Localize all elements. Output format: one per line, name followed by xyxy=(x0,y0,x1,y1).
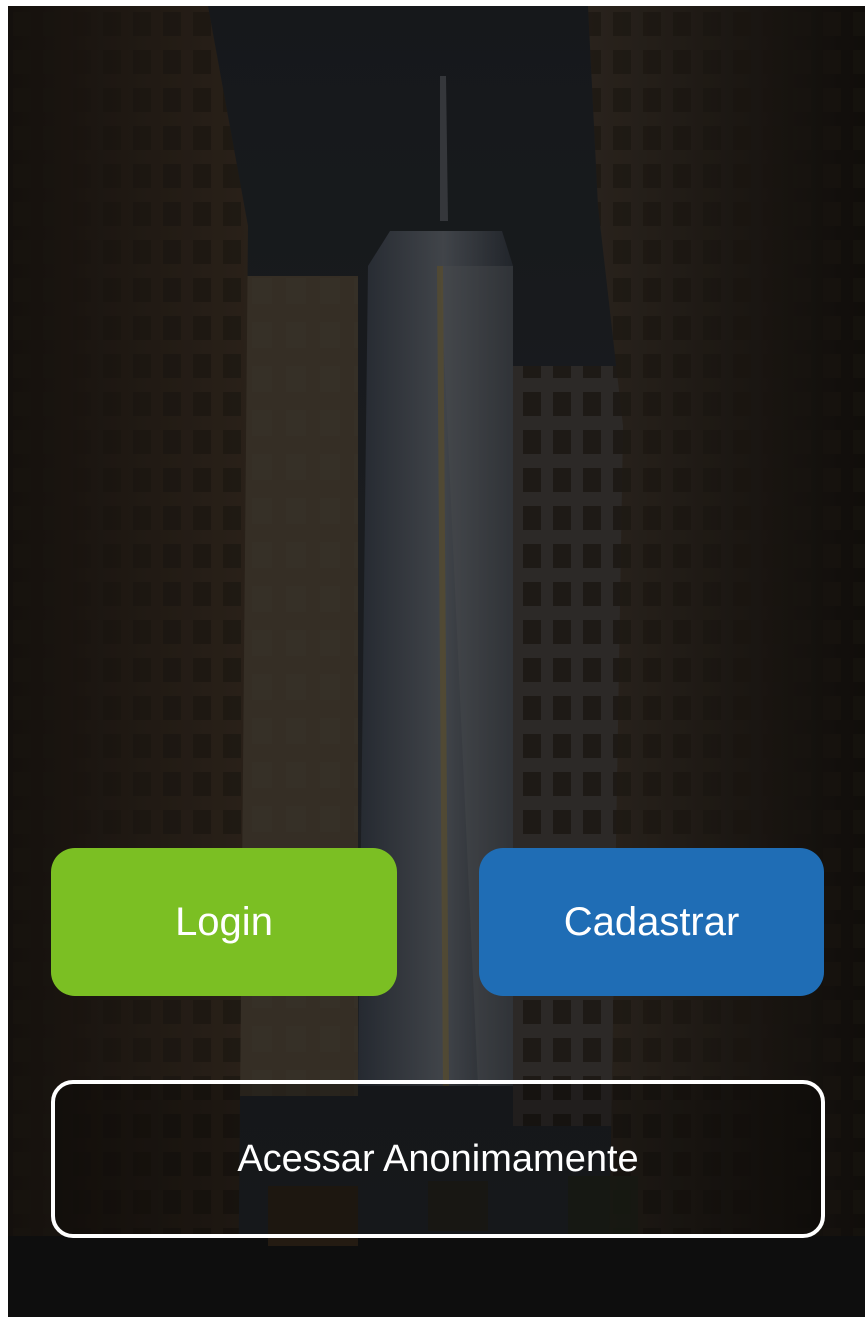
login-button-label: Login xyxy=(175,899,273,944)
welcome-screen: Login Cadastrar Acessar Anonimamente xyxy=(8,6,865,1317)
register-button[interactable]: Cadastrar xyxy=(479,848,824,996)
login-button[interactable]: Login xyxy=(51,848,397,996)
register-button-label: Cadastrar xyxy=(563,899,740,944)
anonymous-access-button[interactable]: Acessar Anonimamente xyxy=(51,1080,825,1238)
anonymous-access-label: Acessar Anonimamente xyxy=(237,1137,639,1180)
